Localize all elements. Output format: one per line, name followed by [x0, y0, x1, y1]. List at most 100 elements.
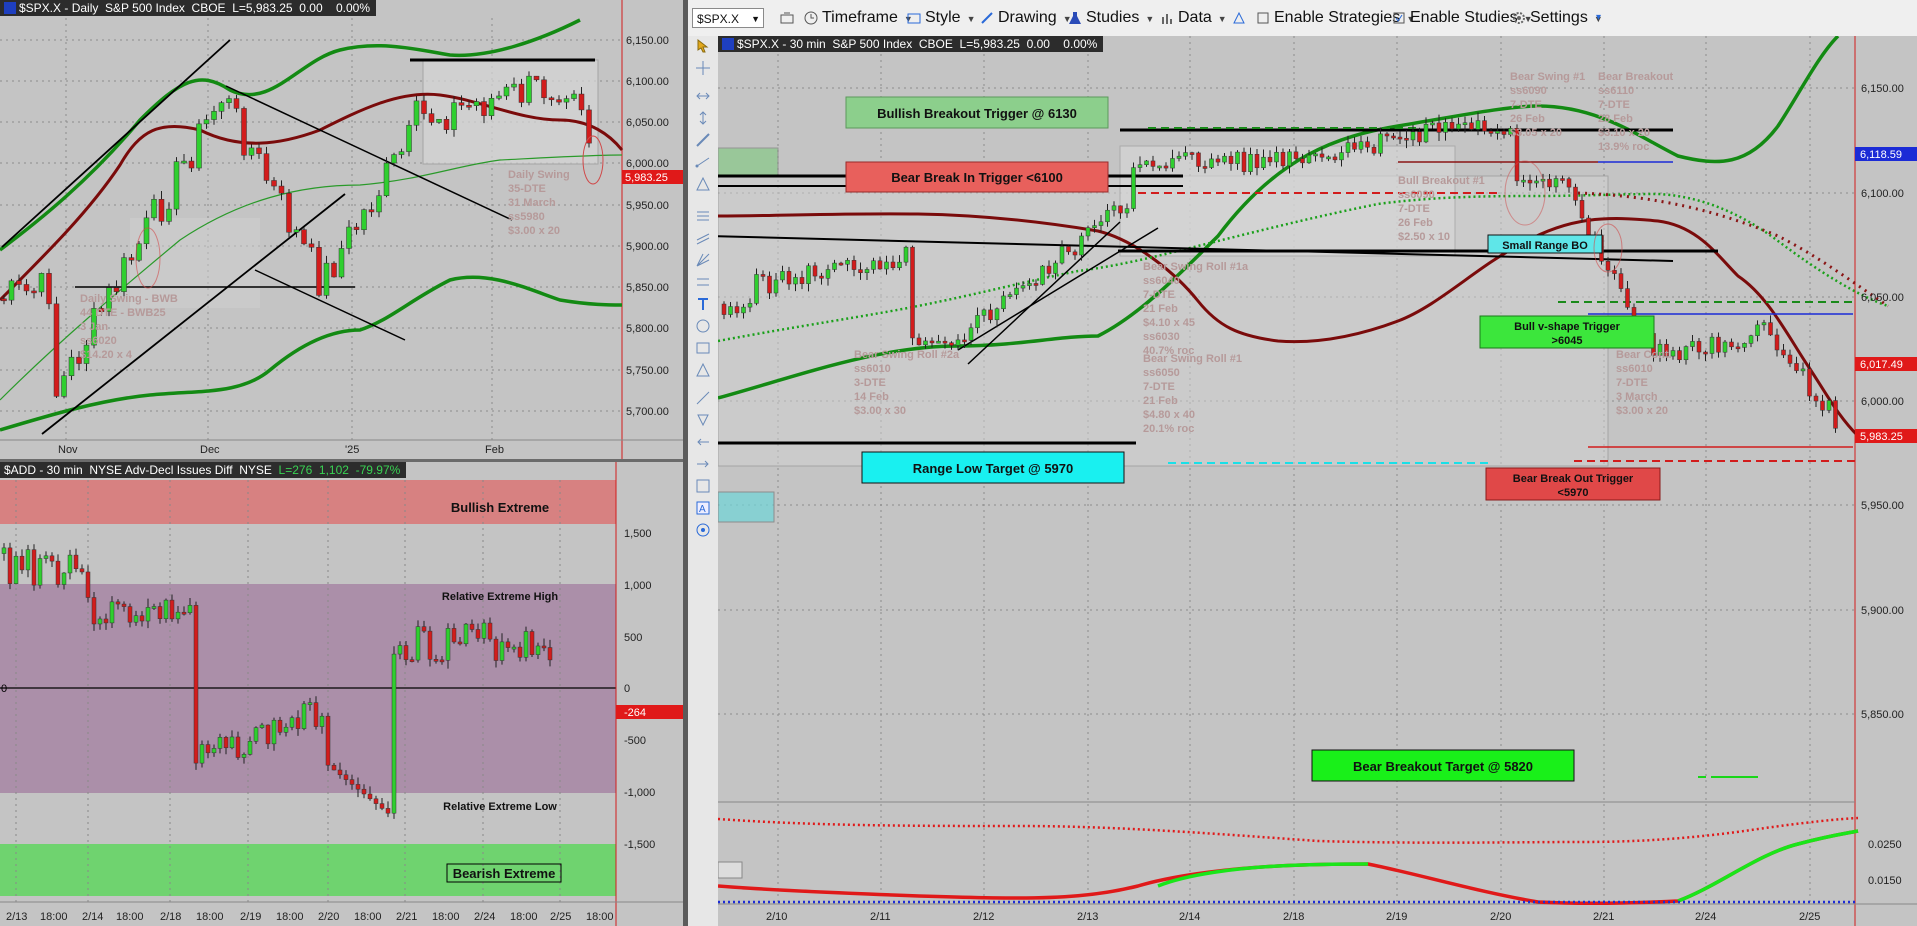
candle-body	[1163, 165, 1169, 169]
candle-body	[1066, 246, 1071, 253]
crosshair-icon[interactable]	[695, 60, 711, 76]
svg-text:6,100.00: 6,100.00	[626, 76, 669, 88]
candle-body	[145, 607, 151, 622]
symbol-input[interactable]: $SPX.X ▼	[692, 8, 764, 28]
style-label: Style	[925, 9, 961, 26]
daily-chart-panel[interactable]: Daily Swing - BWB 44 DTE - BWB25 3 Jan s…	[0, 0, 683, 459]
svg-text:28 Feb: 28 Feb	[1598, 113, 1633, 125]
arrow-left-icon[interactable]	[695, 434, 711, 450]
daily-price-axis: 6,150.00 6,100.00 6,050.00 6,000.00 5,95…	[626, 35, 669, 418]
note-icon[interactable]	[695, 478, 711, 494]
svg-text:ss6030: ss6030	[1143, 331, 1180, 343]
candle-body	[277, 719, 283, 733]
bear-break-out-trigger-value: <5970	[1558, 487, 1589, 499]
candle-body	[293, 229, 300, 233]
svg-text:$4.10 x 45: $4.10 x 45	[1143, 317, 1195, 329]
candle-body	[563, 98, 570, 103]
daily-panel-title: $SPX.X - Daily S&P 500 Index CBOE L=5,98…	[0, 0, 376, 16]
price-marker-icon[interactable]	[695, 412, 711, 428]
add-chart-panel[interactable]: Bullish Extreme Relative Extreme High Re…	[0, 462, 683, 926]
channel-icon[interactable]	[695, 230, 711, 246]
candle-body	[173, 161, 180, 210]
strategy-tools-icon[interactable]	[1232, 9, 1250, 27]
candle-body	[166, 208, 172, 222]
candle-body	[929, 340, 935, 344]
candle-body	[323, 262, 330, 296]
svg-text:5,850.00: 5,850.00	[626, 282, 669, 294]
candle-body	[481, 101, 487, 116]
candle-body	[1703, 351, 1708, 355]
svg-text:0: 0	[624, 683, 630, 695]
style-menu[interactable]: Style ▼	[907, 9, 976, 27]
horizontal-lines-icon[interactable]	[695, 274, 711, 290]
candle-body	[1053, 262, 1058, 274]
candle-body	[1137, 164, 1143, 168]
candle-body	[1131, 167, 1136, 209]
candle-body	[439, 659, 445, 663]
drawing-menu[interactable]: Drawing ▼	[980, 9, 1072, 27]
rectangle-icon[interactable]	[695, 340, 711, 356]
add-chart[interactable]: Bullish Extreme Relative Extreme High Re…	[0, 462, 683, 926]
candle-body	[253, 727, 259, 742]
candle-body	[271, 719, 277, 745]
candle-body	[313, 702, 319, 727]
candle-body	[1118, 205, 1123, 214]
candle-body	[226, 98, 232, 103]
arrow-right-icon[interactable]	[695, 456, 711, 472]
polygon-icon[interactable]	[695, 362, 711, 378]
candle-body	[19, 555, 25, 571]
intraday-chart[interactable]: Bear Swing Roll #2a ss6010 3-DTE 14 Feb …	[718, 36, 1917, 926]
candle-body	[67, 554, 73, 574]
triangle-icon[interactable]	[695, 176, 711, 192]
candle-body	[1261, 156, 1266, 169]
candle-body	[233, 98, 240, 109]
settings-menu[interactable]: Settings ▼	[1512, 9, 1603, 27]
candle-body	[128, 257, 135, 261]
red-lower-price-tag-value: 5,983.25	[1860, 431, 1903, 443]
svg-text:1,000: 1,000	[624, 580, 652, 592]
symbol-dropdown-icon[interactable]: ▼	[751, 9, 760, 29]
pan-icon[interactable]	[695, 88, 711, 104]
svg-text:Bear Swing Roll #2a: Bear Swing Roll #2a	[854, 349, 960, 361]
svg-text:2/25: 2/25	[1799, 911, 1820, 923]
cursor-icon[interactable]	[695, 38, 711, 54]
gann-icon[interactable]	[695, 252, 711, 268]
daily-date-axis: Nov Dec '25 Feb	[58, 444, 504, 456]
candle-body	[1586, 217, 1591, 236]
intraday-chart-panel[interactable]: Bear Swing Roll #2a ss6010 3-DTE 14 Feb …	[718, 36, 1917, 926]
candle-body	[55, 560, 61, 585]
link-chain-icon[interactable]	[780, 9, 798, 27]
candle-body	[283, 726, 289, 733]
timeframe-menu[interactable]: Timeframe ▼	[804, 9, 913, 27]
trendline-icon[interactable]	[695, 132, 711, 148]
candle-body	[1696, 341, 1702, 353]
measure-icon[interactable]	[695, 390, 711, 406]
candle-body	[884, 261, 889, 270]
text-tool-icon[interactable]	[695, 296, 711, 312]
candle-body	[1625, 288, 1630, 308]
candle-body	[319, 715, 325, 727]
toolbar-overflow-icon[interactable]: ▾	[1596, 9, 1601, 27]
ellipse-icon[interactable]	[695, 318, 711, 334]
candle-body	[936, 340, 941, 344]
svg-text:3 March: 3 March	[1616, 391, 1658, 403]
options-icon[interactable]	[695, 522, 711, 538]
daily-chart[interactable]: Daily Swing - BWB 44 DTE - BWB25 3 Jan s…	[0, 0, 683, 459]
candle-body	[475, 629, 481, 639]
bull-vshape-trigger-label: Bull v-shape Trigger	[1514, 321, 1620, 333]
ray-icon[interactable]	[695, 154, 711, 170]
svg-text:Nov: Nov	[58, 444, 78, 456]
svg-text:Daily Swing - BWB: Daily Swing - BWB	[80, 293, 178, 305]
svg-text:5,800.00: 5,800.00	[626, 323, 669, 335]
studies-menu[interactable]: Studies ▼	[1068, 9, 1154, 27]
candle-body	[196, 123, 202, 169]
candle-body	[786, 271, 792, 285]
candle-body	[1443, 122, 1448, 133]
label-icon[interactable]: A	[695, 500, 711, 516]
zoom-vertical-icon[interactable]	[695, 110, 711, 126]
candle-body	[1800, 368, 1806, 372]
fib-icon[interactable]	[695, 208, 711, 224]
candle-body	[1235, 151, 1240, 164]
candle-body	[1092, 225, 1097, 228]
data-menu[interactable]: Data ▼	[1160, 9, 1227, 27]
